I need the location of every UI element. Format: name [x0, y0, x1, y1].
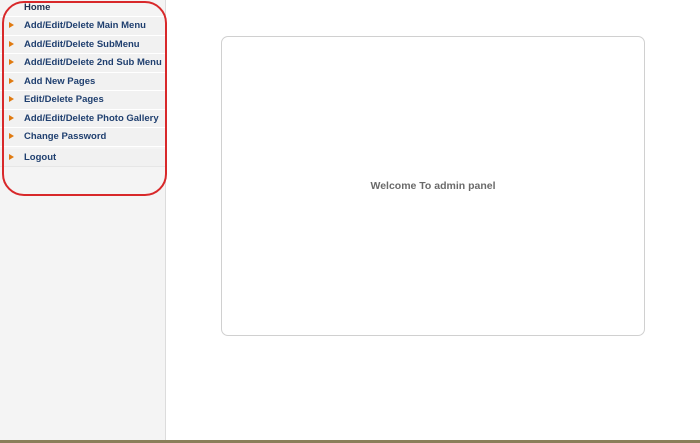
- sidebar-item-add-new-pages[interactable]: Add New Pages: [0, 72, 165, 91]
- sidebar: Home Add/Edit/Delete Main Menu Add/Edit/…: [0, 0, 166, 440]
- sidebar-item-edit-delete-pages[interactable]: Edit/Delete Pages: [0, 91, 165, 110]
- arrow-right-icon: [9, 96, 14, 102]
- sidebar-item-photo-gallery[interactable]: Add/Edit/Delete Photo Gallery: [0, 109, 165, 128]
- arrow-right-icon: [9, 133, 14, 139]
- arrow-right-icon: [9, 59, 14, 65]
- sidebar-item-label: Add/Edit/Delete Photo Gallery: [24, 112, 159, 124]
- sidebar-item-label: Edit/Delete Pages: [24, 94, 104, 105]
- welcome-panel: Welcome To admin panel: [221, 36, 645, 336]
- sidebar-item-label: Home: [24, 2, 51, 13]
- sidebar-item-submenu[interactable]: Add/Edit/Delete SubMenu: [0, 35, 165, 54]
- sidebar-item-logout[interactable]: Logout: [0, 148, 165, 167]
- sidebar-item-label: Logout: [24, 151, 57, 163]
- sidebar-item-change-password[interactable]: Change Password: [0, 128, 165, 147]
- arrow-right-icon: [9, 40, 14, 47]
- arrow-right-icon: [9, 114, 14, 121]
- sidebar-item-label: Change Password: [24, 131, 107, 142]
- sidebar-item-label: Add/Edit/Delete Main Menu: [24, 20, 146, 31]
- sidebar-item-home[interactable]: Home: [0, 0, 165, 17]
- arrow-right-icon: [9, 153, 14, 160]
- sidebar-item-label: Add New Pages: [24, 75, 96, 87]
- arrow-right-icon: [9, 77, 14, 84]
- sidebar-item-2nd-sub-menu[interactable]: Add/Edit/Delete 2nd Sub Menu: [0, 54, 165, 73]
- sidebar-item-label: Add/Edit/Delete SubMenu: [24, 38, 140, 50]
- welcome-message: Welcome To admin panel: [370, 180, 496, 192]
- sidebar-item-label: Add/Edit/Delete 2nd Sub Menu: [24, 57, 162, 68]
- arrow-right-icon: [9, 22, 14, 28]
- sidebar-menu: Home Add/Edit/Delete Main Menu Add/Edit/…: [0, 0, 165, 167]
- sidebar-item-main-menu[interactable]: Add/Edit/Delete Main Menu: [0, 17, 165, 36]
